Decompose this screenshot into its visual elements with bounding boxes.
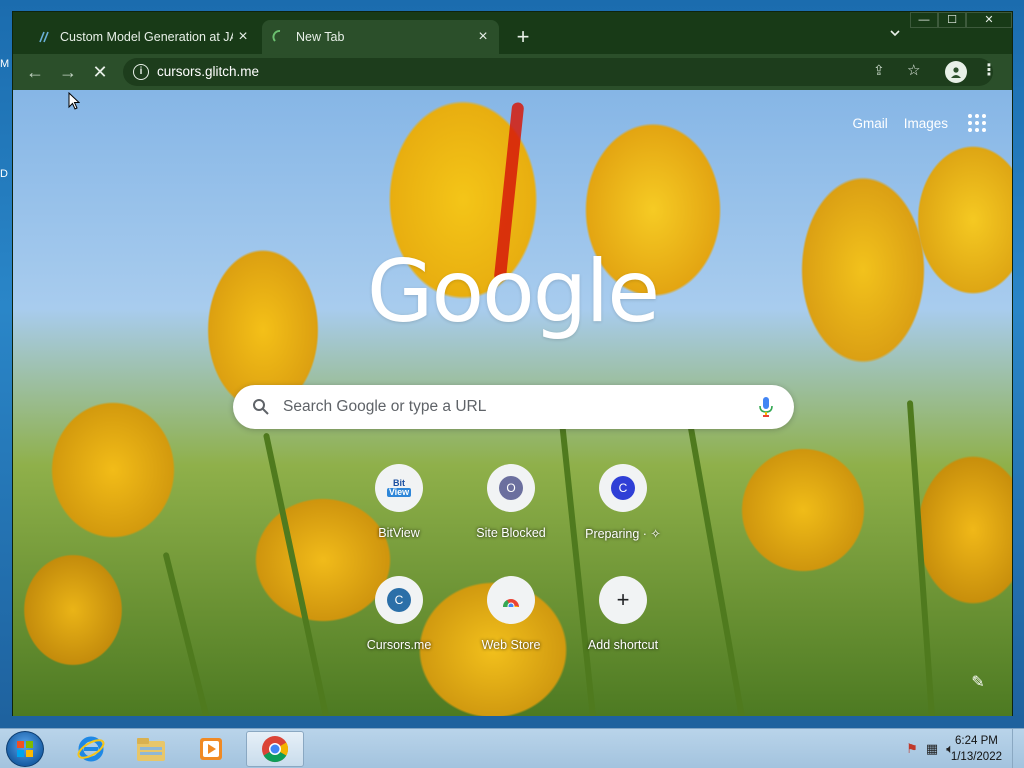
shortcut-label: Preparing · ✧ — [585, 527, 661, 541]
tab-close-icon[interactable]: × — [233, 27, 253, 47]
shortcut-icon-frame: C — [375, 576, 423, 624]
minimize-button[interactable]: — — [910, 12, 938, 28]
chrome-web-store-icon — [487, 576, 535, 624]
windows-taskbar: ⚑ ▦ 🔈︎ 6:24 PM 1/13/2022 — [0, 728, 1024, 768]
background-stem — [906, 400, 936, 716]
loading-spinner-icon — [272, 29, 288, 45]
background-stem — [262, 432, 330, 716]
windows-logo-icon — [17, 741, 33, 757]
share-icon[interactable]: ⇪ — [873, 62, 885, 79]
add-shortcut-button[interactable]: + Add shortcut — [567, 570, 679, 662]
url-text[interactable]: cursors.glitch.me — [157, 64, 259, 79]
shortcut-label: BitView — [378, 526, 420, 540]
desktop-icon-label[interactable]: M — [0, 58, 12, 168]
shortcut-web-store[interactable]: Web Store — [455, 570, 567, 662]
file-explorer-icon[interactable] — [122, 731, 180, 767]
shortcut-cursors-me[interactable]: C Cursors.me — [343, 570, 455, 662]
letter-icon: C — [387, 588, 411, 612]
system-tray: ⚑ ▦ 🔈︎ — [906, 741, 954, 757]
tab-custom-model-generation[interactable]: Custom Model Generation at JAX × — [26, 20, 259, 54]
window-controls: — ☐ ✕ — [910, 12, 1012, 28]
plus-icon: + — [599, 576, 647, 624]
clock-time: 6:24 PM — [955, 735, 998, 747]
close-window-button[interactable]: ✕ — [966, 12, 1012, 28]
mouse-cursor-icon — [68, 92, 80, 110]
images-link[interactable]: Images — [904, 116, 948, 131]
clock-date: 1/13/2022 — [950, 751, 1002, 763]
back-button[interactable]: ← — [23, 60, 47, 84]
shortcut-icon-frame: O — [487, 464, 535, 512]
shortcuts-grid: Bit View BitView O Site Blocked C Prepari… — [343, 458, 683, 662]
toolbar: ← → ✕ i cursors.glitch.me ⇪ ☆ ⋮ — [13, 54, 1012, 90]
action-center-flag-icon[interactable]: ⚑ — [906, 741, 918, 757]
jax-favicon-icon — [36, 29, 52, 45]
google-apps-icon[interactable] — [968, 114, 986, 132]
gmail-link[interactable]: Gmail — [852, 116, 887, 131]
tab-title: Custom Model Generation at JAX — [60, 30, 233, 44]
customize-pencil-icon[interactable]: ✎ — [966, 672, 990, 696]
profile-avatar-icon[interactable] — [945, 61, 967, 83]
chrome-menu-icon[interactable]: ⋮ — [979, 60, 999, 80]
chrome-window: Custom Model Generation at JAX × New Tab… — [12, 11, 1013, 716]
maximize-button[interactable]: ☐ — [938, 12, 966, 28]
media-player-icon[interactable] — [182, 731, 240, 767]
google-logo: Google — [366, 242, 660, 342]
bitview-icon: Bit View — [375, 464, 423, 512]
background-stem — [162, 551, 210, 716]
site-info-icon[interactable]: i — [133, 64, 149, 80]
start-button[interactable] — [6, 731, 44, 767]
network-icon[interactable]: ▦ — [926, 741, 938, 757]
letter-icon: C — [611, 476, 635, 500]
new-tab-button[interactable]: + — [511, 26, 535, 50]
omnibox[interactable]: i cursors.glitch.me ⇪ ☆ — [123, 58, 993, 86]
shortcut-label: Cursors.me — [366, 638, 432, 652]
chrome-icon[interactable] — [246, 731, 304, 767]
tab-strip: Custom Model Generation at JAX × New Tab… — [13, 12, 1012, 54]
shortcut-icon-frame: C — [599, 464, 647, 512]
plus-glyph: + — [616, 587, 630, 612]
search-icon — [253, 399, 269, 415]
desktop-icons-edge: M D — [0, 58, 12, 278]
background-stem — [686, 421, 746, 716]
shortcut-preparing[interactable]: C Preparing · ✧ — [567, 458, 679, 550]
search-box[interactable] — [233, 385, 794, 429]
tab-new-tab[interactable]: New Tab × — [262, 20, 499, 54]
shortcut-label: Web Store — [481, 638, 541, 652]
tab-search-chevron-icon[interactable] — [885, 27, 905, 47]
bookmark-star-icon[interactable]: ☆ — [907, 61, 920, 79]
stop-loading-button[interactable]: ✕ — [88, 60, 112, 84]
search-input[interactable] — [283, 393, 743, 421]
shortcut-bitview[interactable]: Bit View BitView — [343, 458, 455, 550]
new-tab-page: Gmail Images Google BitView — [13, 90, 1012, 716]
clock[interactable]: 6:24 PM 1/13/2022 — [951, 733, 1002, 765]
tab-close-icon[interactable]: × — [473, 27, 493, 47]
shortcut-label: Add shortcut — [587, 638, 659, 652]
show-desktop-button[interactable] — [1012, 729, 1024, 768]
tab-title: New Tab — [296, 30, 345, 44]
desktop-icon-label[interactable]: D — [0, 168, 12, 278]
forward-button[interactable]: → — [56, 60, 80, 84]
letter-icon: O — [499, 476, 523, 500]
top-links: Gmail Images — [836, 114, 986, 132]
shortcut-site-blocked[interactable]: O Site Blocked — [455, 458, 567, 550]
internet-explorer-icon[interactable] — [62, 731, 120, 767]
shortcut-label: Site Blocked — [476, 526, 546, 540]
voice-search-mic-icon[interactable] — [758, 396, 774, 418]
